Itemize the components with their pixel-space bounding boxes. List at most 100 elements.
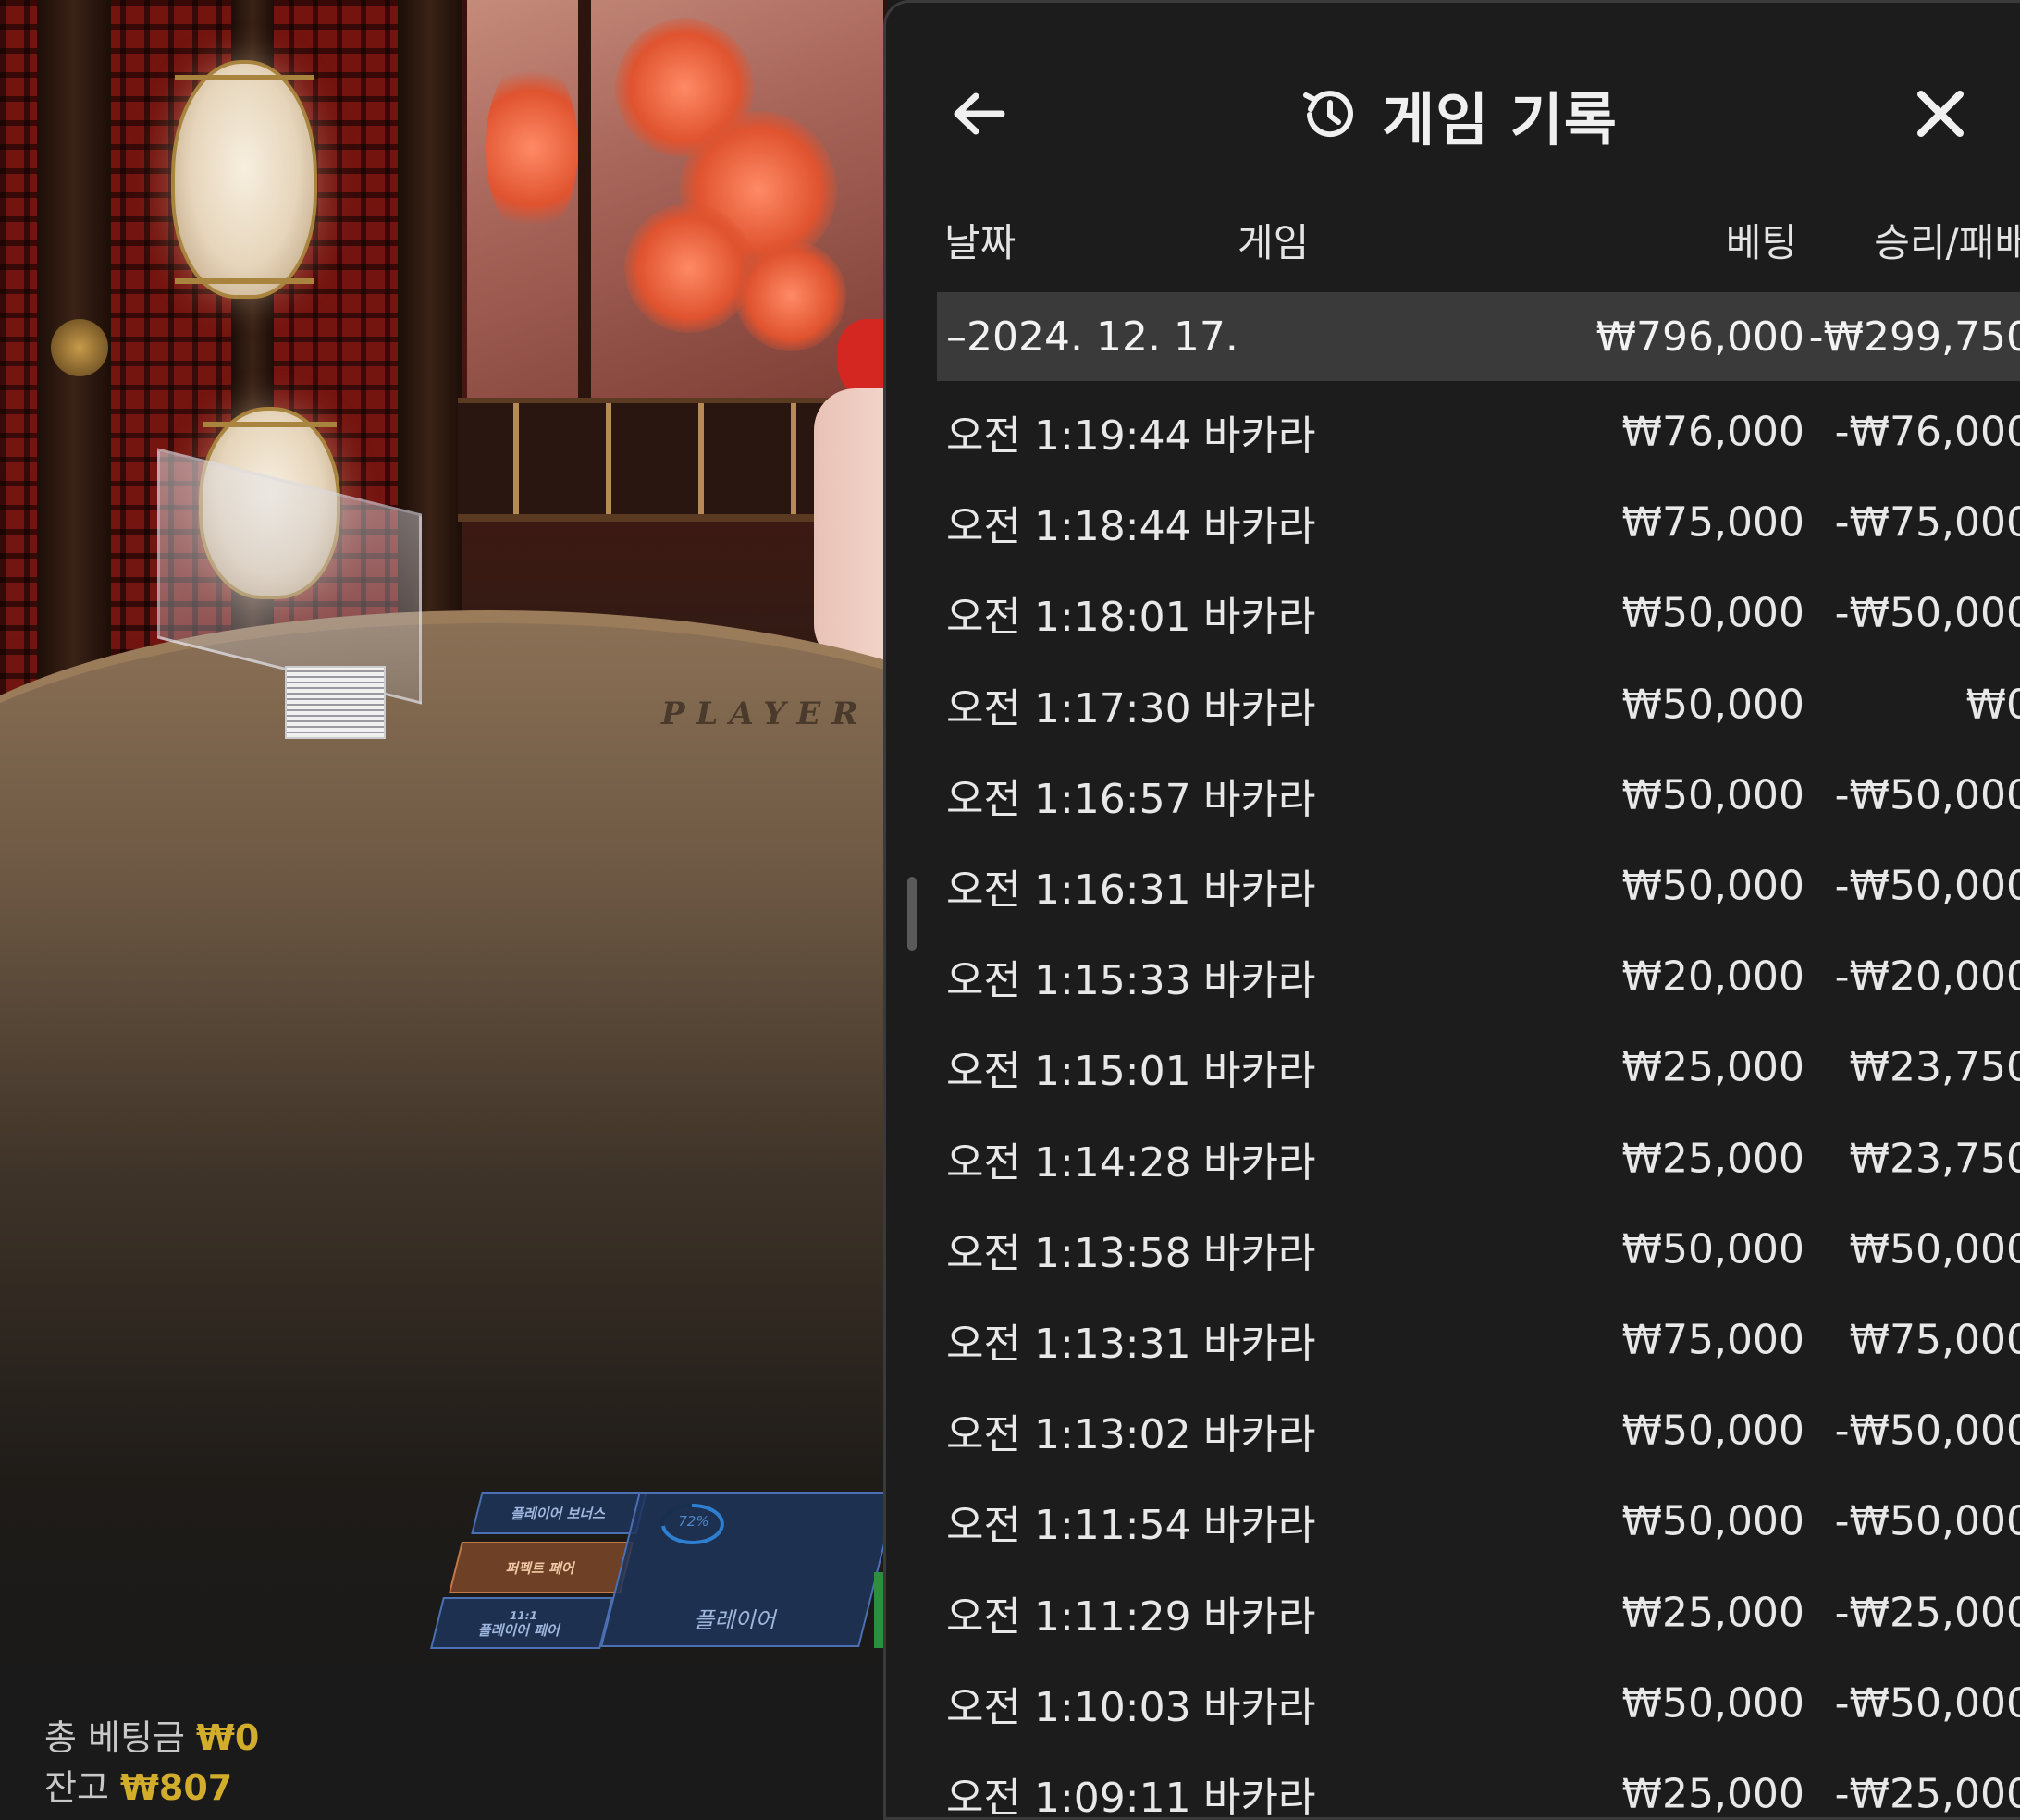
history-row[interactable]: 오전 1:11:54 바카라 ₩50,000 -₩50,000 — [937, 1476, 2020, 1567]
row-time: 오전 1:17:30 — [946, 684, 1191, 732]
row-game: 바카라 — [1203, 1138, 1316, 1187]
row-bet: ₩25,000 — [1621, 1135, 1804, 1183]
history-row[interactable]: 오전 1:10:03 바카라 ₩50,000 -₩50,000 — [937, 1658, 2020, 1749]
row-game: 바카라 — [1203, 503, 1316, 551]
row-game: 바카라 — [1203, 775, 1316, 823]
row-win-loss: -₩50,000 — [1834, 1679, 2020, 1728]
row-bet: ₩25,000 — [1621, 1043, 1804, 1091]
total-bet-line: 총 베팅금 ₩0 — [44, 1713, 259, 1763]
row-win-loss: ₩23,750 — [1849, 1135, 2020, 1183]
bet-spot-player[interactable]: 플레이어 — [600, 1492, 888, 1647]
live-game-video: PLAYER 플레이어 보너스 퍼펙트 페어 11:1 플레이어 페어 플레이어… — [0, 0, 888, 1820]
history-row[interactable]: 오전 1:19:44 바카라 ₩76,000 -₩76,000 — [937, 387, 2020, 477]
row-time: 오전 1:10:03 — [946, 1683, 1191, 1731]
row-game: 바카라 — [1203, 1502, 1316, 1550]
row-bet: ₩50,000 — [1621, 1407, 1804, 1455]
column-header-date: 날짜 — [944, 220, 1016, 265]
close-button[interactable] — [1908, 81, 1973, 146]
paper-lantern — [171, 60, 317, 299]
row-time: 오전 1:13:31 — [946, 1320, 1191, 1368]
bet-spot-player-bonus[interactable]: 플레이어 보너스 — [471, 1492, 647, 1534]
row-game: 바카라 — [1203, 684, 1316, 732]
row-time: 오전 1:11:29 — [946, 1592, 1191, 1641]
row-game: 바카라 — [1203, 1774, 1316, 1820]
row-win-loss: -₩50,000 — [1834, 771, 2020, 819]
row-time: 오전 1:19:44 — [946, 412, 1191, 461]
history-row[interactable]: 오전 1:17:30바카라 ₩50,000 ₩0 — [937, 659, 2020, 750]
history-row[interactable]: 오전 1:16:31 바카라 ₩50,000 -₩50,000 — [937, 841, 2020, 931]
row-time: 오전 1:13:58 — [946, 1229, 1191, 1277]
history-row[interactable]: 오전 1:18:44 바카라 ₩75,000 -₩75,000 — [937, 477, 2020, 568]
row-time: 오전 1:13:02 — [946, 1411, 1191, 1459]
row-win-loss: ₩23,750 — [1849, 1043, 2020, 1091]
balance-label: 잔고 — [44, 1767, 109, 1808]
row-time: 오전 1:18:01 — [946, 594, 1191, 642]
row-win-loss: -₩50,000 — [1834, 1497, 2020, 1545]
row-time: 오전 1:18:44 — [946, 503, 1191, 551]
history-row[interactable]: 오전 1:11:29 바카라 ₩25,000 -₩25,000 — [937, 1567, 2020, 1657]
row-win-loss: -₩75,000 — [1834, 498, 2020, 547]
row-bet: ₩50,000 — [1621, 862, 1804, 910]
row-bet: ₩50,000 — [1621, 771, 1804, 819]
table-player-label: PLAYER — [661, 695, 869, 732]
history-row[interactable]: 오전 1:16:57 바카라 ₩50,000 -₩50,000 — [937, 750, 2020, 841]
row-win-loss: -₩25,000 — [1834, 1770, 2020, 1818]
row-time: 오전 1:14:28 — [946, 1138, 1191, 1187]
game-history-panel: 게임 기록 날짜 게임 베팅 승리/패배 –2024. 12. 17. ₩796… — [883, 0, 2020, 1820]
history-row[interactable]: 오전 1:14:28 바카라 ₩25,000 ₩23,750 — [937, 1113, 2020, 1204]
history-row[interactable]: 오전 1:15:33 바카라 ₩20,000 -₩20,000 — [937, 931, 2020, 1022]
history-row[interactable]: 오전 1:13:58 바카라 ₩50,000 ₩50,000 — [937, 1204, 2020, 1295]
row-win-loss: -₩50,000 — [1834, 862, 2020, 910]
row-game: 바카라 — [1203, 957, 1316, 1005]
history-row[interactable]: 오전 1:09:11 바카라 ₩25,000 -₩25,000 — [937, 1749, 2020, 1820]
bet-spot-label: 플레이어 보너스 — [510, 1505, 609, 1522]
bet-spot-odds: 11:1 — [508, 1609, 539, 1622]
history-list: 오전 1:19:44 바카라 ₩76,000 -₩76,000 오전 1:18:44 바카… — [937, 387, 2020, 1820]
date-group-summary[interactable]: –2024. 12. 17. ₩796,000 -₩299,750 — [937, 292, 2020, 381]
row-bet: ₩20,000 — [1621, 953, 1804, 1001]
bet-spot-player-pair[interactable]: 11:1 플레이어 페어 — [430, 1597, 613, 1649]
row-game: 바카라 — [1203, 1048, 1316, 1096]
history-row[interactable]: 오전 1:15:01 바카라 ₩25,000 ₩23,750 — [937, 1022, 2020, 1113]
bet-spot-label: 플레이어 — [692, 1607, 781, 1633]
bet-spot-label: 퍼펙트 페어 — [504, 1559, 578, 1577]
history-row[interactable]: 오전 1:13:31 바카라 ₩75,000 ₩75,000 — [937, 1295, 2020, 1385]
row-bet: ₩76,000 — [1621, 408, 1804, 456]
panel-header: 게임 기록 — [886, 3, 2020, 206]
row-game: 바카라 — [1203, 594, 1316, 642]
row-win-loss: ₩75,000 — [1849, 1316, 2020, 1364]
summary-win-loss: -₩299,750 — [1808, 313, 2020, 361]
row-bet: ₩75,000 — [1621, 498, 1804, 547]
row-win-loss: -₩76,000 — [1834, 408, 2020, 456]
row-time: 오전 1:09:11 — [946, 1774, 1191, 1820]
history-row[interactable]: 오전 1:18:01 바카라 ₩50,000 -₩50,000 — [937, 568, 2020, 658]
row-game: 바카라 — [1203, 867, 1316, 915]
row-bet: ₩50,000 — [1621, 1497, 1804, 1545]
history-row[interactable]: 오전 1:13:02 바카라 ₩50,000 -₩50,000 — [937, 1385, 2020, 1476]
column-header-bet: 베팅 — [1725, 220, 1797, 265]
column-header-win-loss: 승리/패배 — [1874, 220, 2020, 265]
balance-value: ₩807 — [120, 1767, 233, 1808]
bet-spot-edge — [874, 1572, 883, 1648]
row-game: 바카라 — [1203, 1229, 1316, 1277]
row-bet: ₩75,000 — [1621, 1316, 1804, 1364]
row-bet: ₩50,000 — [1621, 681, 1804, 729]
row-time: 오전 1:11:54 — [946, 1502, 1191, 1550]
row-win-loss: ₩50,000 — [1849, 1225, 2020, 1273]
blossom-window — [467, 0, 888, 398]
row-win-loss: -₩50,000 — [1834, 1407, 2020, 1455]
card-stack — [285, 666, 386, 739]
panel-scrollbar[interactable] — [907, 877, 917, 951]
summary-date: –2024. 12. 17. — [946, 313, 1238, 361]
bet-spot-perfect-pair[interactable]: 퍼펙트 페어 — [449, 1542, 634, 1593]
row-bet: ₩25,000 — [1621, 1589, 1804, 1637]
total-bet-value: ₩0 — [196, 1717, 260, 1758]
total-bet-label: 총 베팅금 — [44, 1717, 185, 1758]
row-game: 바카라 — [1203, 1411, 1316, 1459]
bet-spot-label: 플레이어 페어 — [476, 1622, 563, 1639]
row-game: 바카라 — [1203, 412, 1316, 461]
row-time: 오전 1:16:31 — [946, 867, 1191, 915]
panel-title-text: 게임 기록 — [1382, 86, 1618, 154]
row-win-loss: ₩0 — [1965, 681, 2020, 729]
row-win-loss: -₩20,000 — [1834, 953, 2020, 1001]
